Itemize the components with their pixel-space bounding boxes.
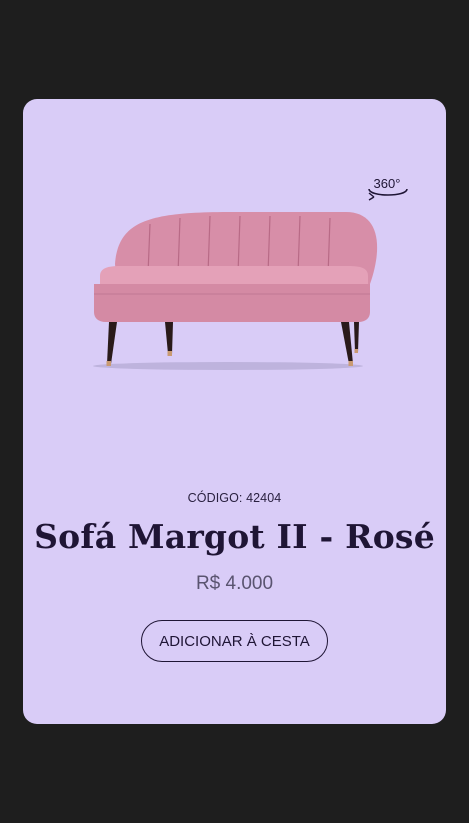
sofa-image [93, 212, 378, 370]
product-title: Sofá Margot II - Rosé [34, 517, 435, 556]
view-360-icon[interactable]: 360° [366, 171, 410, 203]
product-code: CÓDIGO: 42404 [187, 491, 282, 505]
view-360-text: 360° [374, 176, 401, 191]
product-card: 360° CÓDIGO: 42404 Sofá Margot II - Rosé… [23, 99, 446, 724]
product-price: R$ 4.000 [195, 573, 274, 594]
svg-text:360°: 360° [374, 176, 401, 191]
add-to-cart-button[interactable]: ADICIONAR À CESTA [141, 620, 328, 662]
